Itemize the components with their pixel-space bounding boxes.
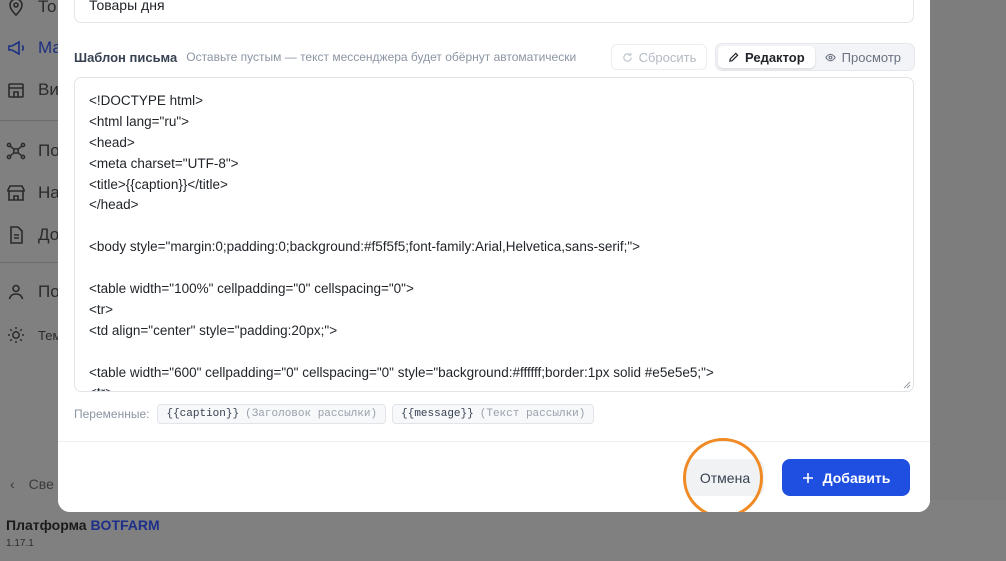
plus-icon (802, 472, 813, 483)
user-icon (8, 284, 24, 300)
sidebar-item-label: Тем (38, 327, 58, 343)
reset-label: Сбросить (638, 49, 697, 65)
sidebar-item-label: Ма (38, 38, 58, 57)
tab-editor[interactable]: Редактор (718, 46, 815, 68)
variable-chip-message[interactable]: {{message}} (Текст рассылки) (392, 404, 595, 424)
code-line: </head> (89, 197, 139, 213)
template-hint: Оставьте пустым — текст мессенджера буде… (186, 50, 577, 64)
code-line: <head> (89, 134, 135, 150)
sidebar-collapse-button[interactable]: ‹ Све (10, 476, 60, 492)
tab-preview[interactable]: Просмотр (815, 46, 911, 68)
network-icon (6, 142, 26, 160)
sidebar-item-5[interactable]: До (6, 222, 58, 248)
variable-code: {{message}} (401, 408, 474, 420)
sidebar-item-7[interactable]: Тем (6, 322, 58, 348)
megaphone-icon (8, 40, 25, 56)
tab-preview-label: Просмотр (841, 49, 902, 65)
sidebar-item-3[interactable]: По (6, 138, 58, 164)
collapse-label: Све (28, 476, 54, 492)
code-line: <table width="100%" cellpadding="0" cell… (89, 281, 414, 297)
code-line: <title>{{caption}}</title> (89, 176, 228, 192)
sidebar-divider (0, 262, 60, 263)
code-line: <html lang="ru"> (89, 113, 190, 129)
sun-icon (8, 327, 24, 343)
sidebar-item-4[interactable]: На (6, 180, 58, 206)
template-header: Шаблон письма Оставьте пустым — текст ме… (74, 43, 915, 71)
sidebar-item-1[interactable]: Ма (6, 35, 58, 61)
document-icon (10, 226, 23, 244)
code-line: <!DOCTYPE html> (89, 93, 204, 108)
sidebar-item-label: На (38, 183, 58, 202)
sidebar-item-label: По (38, 141, 58, 160)
template-label: Шаблон письма (74, 49, 178, 65)
add-button[interactable]: Добавить (782, 459, 910, 496)
modal-footer: Отмена Добавить (58, 438, 930, 512)
map-pin-icon (9, 0, 23, 17)
sidebar-item-0[interactable]: То (6, 0, 58, 20)
add-mailing-modal: Товары дня Шаблон письма Оставьте пустым… (58, 0, 930, 512)
sidebar-divider (0, 120, 60, 121)
variable-desc: (Текст рассылки) (479, 408, 586, 420)
refresh-icon (622, 52, 632, 62)
shop-icon (7, 185, 25, 201)
variables-label: Переменные: (74, 407, 150, 421)
cancel-label: Отмена (699, 469, 751, 486)
brand-prefix: Платформа (6, 517, 87, 533)
variables-row: Переменные: {{caption}} (Заголовок рассы… (74, 404, 595, 424)
variable-desc: (Заголовок рассылки) (245, 408, 378, 420)
view-mode-toggle: Редактор Просмотр (715, 43, 915, 71)
code-line: <table width="600" cellpadding="0" cells… (89, 364, 714, 380)
sidebar-item-6[interactable]: По (6, 279, 58, 305)
brand-name: BOTFARM (90, 517, 160, 533)
brand: Платформа BOTFARM (6, 517, 160, 533)
sidebar-item-label: По (38, 282, 58, 301)
template-editor[interactable]: <!DOCTYPE html> <html lang="ru"> <head> … (74, 77, 914, 392)
sidebar-item-2[interactable]: Ви (6, 77, 58, 103)
sidebar-item-label: То (38, 0, 57, 16)
app-version: 1.17.1 (6, 538, 34, 549)
cancel-button[interactable]: Отмена (686, 459, 764, 496)
variable-code: {{caption}} (166, 408, 240, 420)
add-label: Добавить (822, 469, 891, 486)
sidebar-item-label: Ви (38, 80, 58, 99)
variable-chip-caption[interactable]: {{caption}} (Заголовок рассылки) (157, 404, 387, 424)
reset-button[interactable]: Сбросить (611, 44, 707, 70)
chevron-left-icon: ‹ (10, 476, 15, 492)
code-line: <meta charset="UTF-8"> (89, 155, 239, 171)
eye-icon (824, 53, 836, 61)
code-line: <tr> (89, 301, 114, 317)
store-icon (8, 83, 24, 98)
sidebar-item-label: До (38, 225, 58, 244)
resize-handle-icon[interactable] (903, 381, 911, 389)
code-line: <td align="center" style="padding:20px;"… (89, 322, 338, 338)
title-field[interactable]: Товары дня (74, 0, 914, 23)
code-line: <body style="margin:0;padding:0;backgrou… (89, 239, 641, 255)
tab-editor-label: Редактор (745, 49, 805, 65)
title-field-value: Товары дня (89, 0, 165, 13)
code-line: <tr> (89, 383, 899, 391)
pencil-icon (729, 52, 739, 62)
